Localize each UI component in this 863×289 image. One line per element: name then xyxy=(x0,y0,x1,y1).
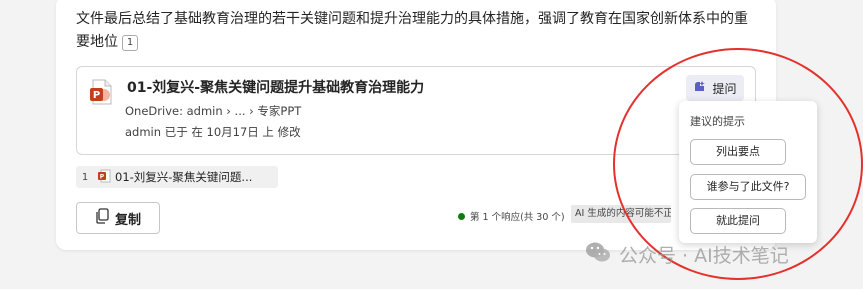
response-summary: 文件最后总结了基础教育治理的若干关键问题和提升治理能力的具体措施，强调了教育在国… xyxy=(76,8,756,54)
suggested-prompts-title: 建议的提示 xyxy=(690,115,745,128)
svg-text:P: P xyxy=(100,173,105,180)
suggested-prompts-popup: 建议的提示 列出要点 谁参与了此文件? 就此提问 xyxy=(679,101,817,243)
ask-label: 提问 xyxy=(712,81,737,96)
suggestion-ask-about-this[interactable]: 就此提问 xyxy=(690,208,786,234)
wechat-icon xyxy=(585,241,611,268)
ask-icon xyxy=(693,80,707,97)
citation-label: 01-刘复兴-聚焦关键问题... xyxy=(115,170,253,184)
suggestion-list-key-points[interactable]: 列出要点 xyxy=(690,139,786,165)
file-modified: admin 已于 在 10月17日 上 修改 xyxy=(125,125,301,139)
status-dot xyxy=(458,212,465,220)
watermark-text: 公众号 · AI技术笔记 xyxy=(619,245,789,267)
response-count-text: 第 1 个响应(共 30 个) xyxy=(470,212,565,223)
citation-number: 1 xyxy=(81,171,89,183)
copy-label: 复制 xyxy=(114,212,141,228)
ai-disclaimer-badge: AI 生成的内容可能不正确 xyxy=(571,205,671,223)
watermark: 公众号 · AI技术笔记 xyxy=(585,241,789,268)
response-count: 第 1 个响应(共 30 个) xyxy=(458,209,565,223)
svg-text:P: P xyxy=(93,90,100,101)
copy-button[interactable]: 复制 xyxy=(76,202,160,234)
powerpoint-icon: P xyxy=(89,79,113,105)
powerpoint-icon: P xyxy=(94,169,115,186)
file-card[interactable]: P 01-刘复兴-聚焦关键问题提升基础教育治理能力 OneDrive: admi… xyxy=(76,66,756,155)
citation-item[interactable]: 1 P 01-刘复兴-聚焦关键问题... xyxy=(76,166,278,188)
file-title[interactable]: 01-刘复兴-聚焦关键问题提升基础教育治理能力 xyxy=(127,77,424,97)
summary-text: 文件最后总结了基础教育治理的若干关键问题和提升治理能力的具体措施，强调了教育在国… xyxy=(76,11,748,50)
chat-response-card: 文件最后总结了基础教育治理的若干关键问题和提升治理能力的具体措施，强调了教育在国… xyxy=(56,0,776,250)
suggestion-who-participated[interactable]: 谁参与了此文件? xyxy=(690,174,806,200)
copy-icon xyxy=(95,208,109,228)
file-path: OneDrive: admin › ... › 专家PPT xyxy=(125,104,302,118)
reference-badge[interactable]: 1 xyxy=(122,35,138,51)
ask-button[interactable]: 提问 xyxy=(686,75,744,101)
